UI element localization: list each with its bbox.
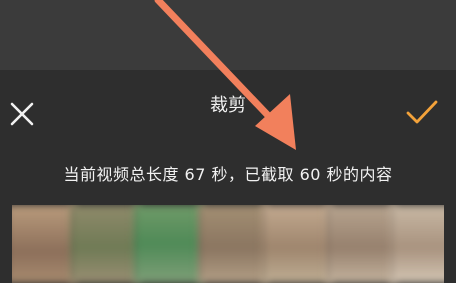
video-timeline[interactable]	[12, 205, 444, 283]
timeline-frame	[390, 205, 444, 283]
timeline-frame	[198, 205, 268, 283]
page-title: 裁剪	[210, 95, 246, 116]
timeline-frame	[12, 205, 76, 283]
timeline-frame	[262, 205, 332, 283]
video-length-info: 当前视频总长度 67 秒，已截取 60 秒的内容	[63, 165, 393, 184]
confirm-button[interactable]	[402, 94, 442, 130]
video-preview-area	[0, 0, 456, 70]
checkmark-icon	[406, 100, 438, 124]
timeline-frame	[70, 205, 140, 283]
timeline-frame	[326, 205, 396, 283]
timeline-frame	[134, 205, 204, 283]
